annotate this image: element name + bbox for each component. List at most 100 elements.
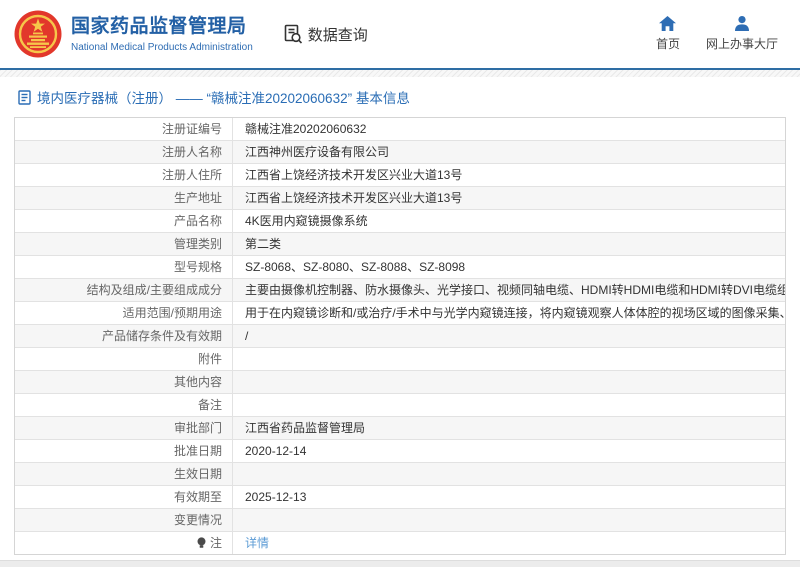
site-title-block: 国家药品监督管理局 National Medical Products Admi… <box>71 15 253 53</box>
document-icon <box>18 89 31 105</box>
detail-link[interactable]: 详情 <box>245 536 269 550</box>
row-value: / <box>245 329 249 343</box>
row-value: 赣械注准20202060632 <box>245 122 367 136</box>
row-value: SZ-8068、SZ-8080、SZ-8088、SZ-8098 <box>245 260 466 274</box>
row-label-text: 批准日期 <box>173 444 222 458</box>
table-row: 备注 <box>15 393 785 416</box>
row-label-text: 有效期至 <box>173 490 222 504</box>
row-label-text: 注册人名称 <box>161 145 222 159</box>
header-divider-strip <box>0 70 800 77</box>
breadcrumb-text: 境内医疗器械（注册） —— “赣械注准20202060632” 基本信息 <box>37 91 410 106</box>
row-label: 其他内容 <box>15 371 233 393</box>
row-label: 生效日期 <box>15 463 233 485</box>
row-label-text: 产品储存条件及有效期 <box>101 329 222 343</box>
row-label: 批准日期 <box>15 440 233 462</box>
row-label-text: 产品名称 <box>173 214 222 228</box>
row-value: 详情 <box>233 532 785 554</box>
nav-item-home[interactable]: 首页 <box>656 16 680 52</box>
national-emblem-icon <box>14 10 62 58</box>
table-row: 型号规格 SZ-8068、SZ-8080、SZ-8088、SZ-8098 <box>15 255 785 278</box>
row-label-text: 结构及组成/主要组成成分 <box>86 283 222 297</box>
row-label-text: 附件 <box>197 352 222 366</box>
row-value: 主要由摄像机控制器、防水摄像头、光学接口、视频同轴电缆、HDMI转HDMI电缆和… <box>245 283 785 297</box>
row-value: 江西省上饶经济技术开发区兴业大道13号 <box>245 191 463 205</box>
row-label-text: 型号规格 <box>173 260 222 274</box>
row-label-text: 生产地址 <box>173 191 222 205</box>
row-value <box>233 509 785 531</box>
table-row: 生效日期 <box>15 462 785 485</box>
row-label: 注册人名称 <box>15 141 233 163</box>
table-row: 批准日期 2020-12-14 <box>15 439 785 462</box>
info-table: 注册证编号 赣械注准20202060632 注册人名称 江西神州医疗设备有限公司 <box>14 117 786 555</box>
nav-item-service-hall[interactable]: 网上办事大厅 <box>706 16 778 52</box>
row-value: 用于在内窥镜诊断和/或治疗/手术中与光学内窥镜连接，将内窥镜观察人体体腔的视场区… <box>245 306 785 320</box>
row-label-text: 备注 <box>197 398 222 412</box>
row-label-text: 审批部门 <box>173 421 222 435</box>
row-label: 产品名称 <box>15 210 233 232</box>
row-value: 2020-12-14 <box>245 444 307 458</box>
row-label: 变更情况 <box>15 509 233 531</box>
row-value <box>233 348 785 370</box>
row-label: 审批部门 <box>15 417 233 439</box>
table-row: 其他内容 <box>15 370 785 393</box>
table-row: 产品名称 4K医用内窥镜摄像系统 <box>15 209 785 232</box>
breadcrumb: 境内医疗器械（注册） —— “赣械注准20202060632” 基本信息 <box>0 77 800 115</box>
row-label: 注 <box>15 532 233 554</box>
table-row: 有效期至 2025-12-13 <box>15 485 785 508</box>
row-label: 生产地址 <box>15 187 233 209</box>
row-label-text: 变更情况 <box>173 513 222 527</box>
table-row: 管理类别 第二类 <box>15 232 785 255</box>
table-row: 产品储存条件及有效期 / <box>15 324 785 347</box>
nmpa-emblem-logo[interactable] <box>14 10 62 58</box>
row-label-text: 注册证编号 <box>161 122 222 136</box>
row-label: 产品储存条件及有效期 <box>15 325 233 347</box>
footer-strip <box>0 560 800 567</box>
row-label: 适用范围/预期用途 <box>15 302 233 324</box>
top-nav: 首页 网上办事大厅 <box>656 16 784 52</box>
row-value: 4K医用内窥镜摄像系统 <box>245 214 368 228</box>
row-label: 管理类别 <box>15 233 233 255</box>
row-label-text: 注册人住所 <box>161 168 222 182</box>
data-query-icon <box>283 24 303 44</box>
row-label: 注册证编号 <box>15 118 233 140</box>
table-row: 审批部门 江西省药品监督管理局 <box>15 416 785 439</box>
nav-label-home: 首页 <box>655 37 680 51</box>
row-value <box>233 394 785 416</box>
row-label-text: 注 <box>209 536 222 550</box>
row-label-text: 适用范围/预期用途 <box>122 306 222 320</box>
row-value <box>233 371 785 393</box>
row-value: 江西省上饶经济技术开发区兴业大道13号 <box>245 168 463 182</box>
row-label: 型号规格 <box>15 256 233 278</box>
row-value: 江西神州医疗设备有限公司 <box>245 145 390 159</box>
table-row: 适用范围/预期用途 用于在内窥镜诊断和/或治疗/手术中与光学内窥镜连接，将内窥镜… <box>15 301 785 324</box>
table-row: 注册人住所 江西省上饶经济技术开发区兴业大道13号 <box>15 163 785 186</box>
row-value: 江西省药品监督管理局 <box>245 421 366 435</box>
row-label: 结构及组成/主要组成成分 <box>15 279 233 301</box>
nav-label-service-hall: 网上办事大厅 <box>705 37 778 51</box>
table-row: 结构及组成/主要组成成分 主要由摄像机控制器、防水摄像头、光学接口、视频同轴电缆… <box>15 278 785 301</box>
row-label-text: 其他内容 <box>173 375 222 389</box>
table-row: 变更情况 <box>15 508 785 531</box>
site-subtitle: National Medical Products Administration <box>71 42 253 53</box>
row-label: 有效期至 <box>15 486 233 508</box>
home-icon <box>659 16 677 31</box>
row-value <box>233 463 785 485</box>
row-label: 附件 <box>15 348 233 370</box>
row-label: 注册人住所 <box>15 164 233 186</box>
row-label: 备注 <box>15 394 233 416</box>
row-value: 第二类 <box>245 237 282 251</box>
user-icon <box>734 16 750 31</box>
row-value: 2025-12-13 <box>245 490 307 504</box>
row-label-text: 管理类别 <box>173 237 222 251</box>
data-query-nav[interactable]: 数据查询 <box>283 24 368 45</box>
table-row: 附件 <box>15 347 785 370</box>
row-label-text: 生效日期 <box>173 467 222 481</box>
table-row: 生产地址 江西省上饶经济技术开发区兴业大道13号 <box>15 186 785 209</box>
note-icon <box>196 537 207 549</box>
data-query-label: 数据查询 <box>307 26 368 44</box>
table-row: 注册人名称 江西神州医疗设备有限公司 <box>15 140 785 163</box>
table-row: 注 详情 <box>15 531 785 554</box>
table-row: 注册证编号 赣械注准20202060632 <box>15 118 785 140</box>
site-header: 国家药品监督管理局 National Medical Products Admi… <box>0 0 800 70</box>
site-title: 国家药品监督管理局 <box>71 16 247 37</box>
